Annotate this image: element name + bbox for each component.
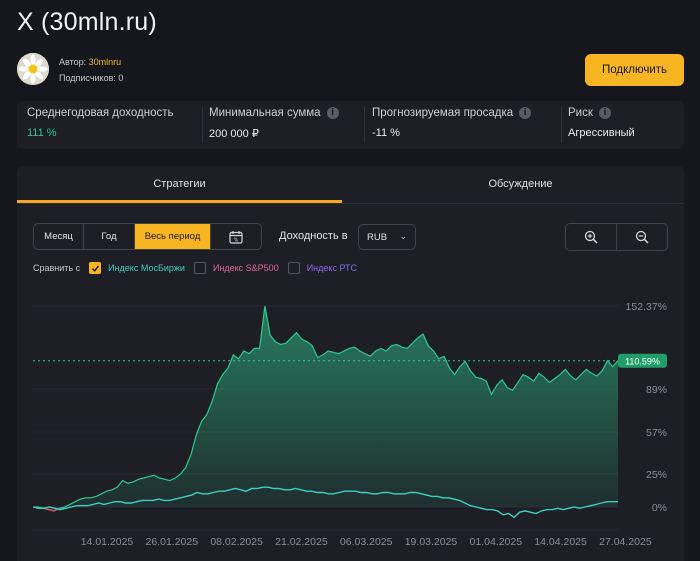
stat-risk: Риск i Агрессивный: [568, 107, 635, 139]
period-month-button[interactable]: Месяц: [34, 224, 84, 249]
stat-value: 200 000 ₽: [209, 128, 259, 140]
compare-row: Сравнить с Индекс МосБиржи Индекс S&P500…: [33, 262, 357, 274]
chevron-down-icon: ⌄: [399, 231, 407, 241]
yield-currency-label: Доходность в: [279, 230, 348, 242]
tab-strategies[interactable]: Стратегии: [17, 166, 342, 202]
compare-rts-checkbox[interactable]: [287, 262, 300, 274]
avatar[interactable]: [17, 53, 49, 85]
stats-bar: Среднегодовая доходность 111 % Минимальн…: [17, 101, 684, 149]
stat-value: -11 %: [372, 127, 400, 139]
compare-moex-label[interactable]: Индекс МосБиржи: [108, 263, 185, 273]
period-selector: Месяц Год Весь период %: [33, 223, 262, 250]
calendar-icon: %: [229, 230, 243, 243]
divider: [202, 107, 203, 143]
connect-button[interactable]: Подключить: [585, 54, 684, 86]
subscribers-count: Подписчиков: 0: [59, 73, 124, 83]
info-icon[interactable]: i: [326, 107, 339, 119]
divider: [17, 203, 684, 204]
calendar-button[interactable]: %: [211, 224, 261, 249]
page-title: X (30mln.ru): [17, 8, 157, 36]
compare-label: Сравнить с: [33, 263, 81, 273]
stat-label: Минимальная сумма: [209, 107, 321, 119]
period-all-button[interactable]: Весь период: [135, 224, 211, 249]
compare-sp500-checkbox[interactable]: [193, 262, 206, 274]
currency-select[interactable]: RUB ⌄: [358, 224, 416, 250]
zoom-in-icon: [584, 230, 598, 244]
author-name-link[interactable]: 30mlnru: [89, 57, 122, 67]
check-icon: [91, 265, 99, 272]
tab-discussion[interactable]: Обсуждение: [357, 166, 684, 202]
divider: [561, 107, 562, 143]
zoom-in-button[interactable]: [566, 224, 617, 250]
currency-value: RUB: [367, 231, 388, 243]
stat-drawdown: Прогнозируемая просадка i -11 %: [372, 107, 532, 139]
period-year-button[interactable]: Год: [84, 224, 135, 249]
author-label: Автор:: [59, 57, 87, 67]
stat-annual-yield: Среднегодовая доходность 111 %: [27, 107, 174, 139]
stat-label: Риск: [568, 107, 593, 119]
zoom-controls: [565, 223, 668, 251]
stat-label: Среднегодовая доходность: [27, 107, 174, 119]
info-icon[interactable]: i: [519, 107, 532, 119]
daisy-icon: [17, 53, 49, 85]
compare-sp500-label[interactable]: Индекс S&P500: [213, 263, 279, 273]
stat-value: 111 %: [27, 127, 57, 139]
stat-min-amount: Минимальная сумма i 200 000 ₽: [209, 107, 339, 140]
info-icon[interactable]: i: [598, 107, 611, 119]
zoom-out-button[interactable]: [617, 224, 667, 250]
zoom-out-icon: [635, 230, 649, 244]
author-line: Автор: 30mlnru: [59, 57, 121, 67]
strategy-panel: Стратегии Обсуждение Месяц Год Весь пери…: [17, 166, 684, 561]
compare-moex-checkbox[interactable]: [89, 262, 102, 274]
svg-text:%: %: [234, 237, 239, 243]
compare-rts-label[interactable]: Индекс РТС: [307, 263, 357, 273]
stat-value: Агрессивный: [568, 127, 635, 139]
stat-label: Прогнозируемая просадка: [372, 107, 514, 119]
divider: [364, 107, 365, 143]
